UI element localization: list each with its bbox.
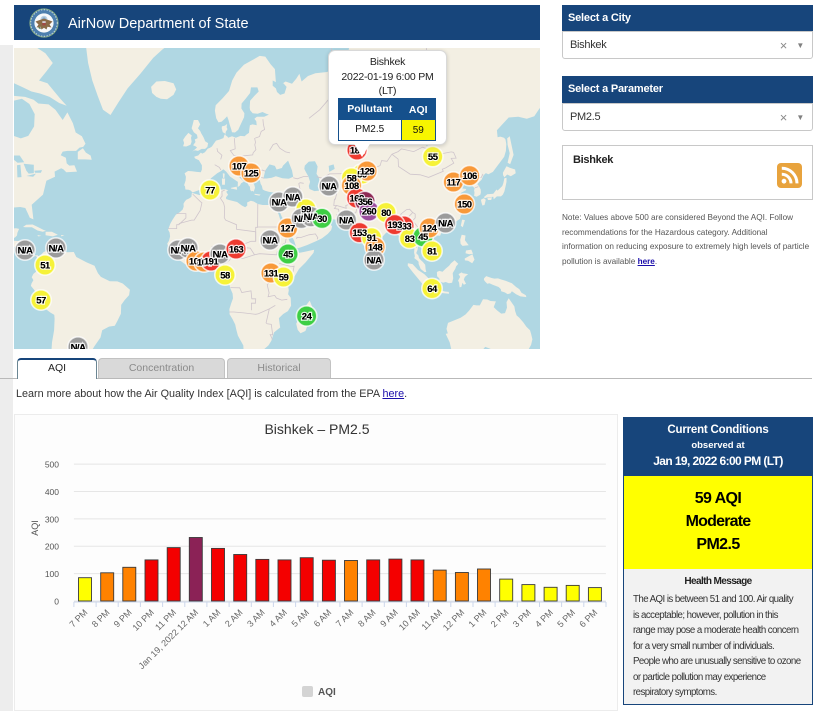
- svg-text:125: 125: [244, 168, 260, 179]
- svg-text:2 PM: 2 PM: [489, 607, 511, 629]
- svg-text:4 AM: 4 AM: [267, 607, 289, 629]
- svg-text:N/A: N/A: [18, 245, 34, 256]
- svg-text:58: 58: [220, 270, 230, 281]
- svg-text:10 AM: 10 AM: [397, 607, 422, 632]
- svg-text:Bishkek – PM2.5: Bishkek – PM2.5: [264, 421, 369, 437]
- svg-text:3 PM: 3 PM: [511, 607, 533, 629]
- svg-text:400: 400: [45, 487, 59, 497]
- svg-text:6 AM: 6 AM: [312, 607, 334, 629]
- svg-text:7 PM: 7 PM: [67, 607, 89, 629]
- svg-text:77: 77: [205, 185, 215, 196]
- svg-text:108: 108: [344, 181, 359, 192]
- svg-text:4 PM: 4 PM: [533, 607, 555, 629]
- svg-text:64: 64: [427, 284, 438, 295]
- svg-text:N/A: N/A: [49, 243, 65, 254]
- svg-text:148: 148: [368, 242, 383, 253]
- svg-text:7 AM: 7 AM: [334, 607, 356, 629]
- svg-text:106: 106: [462, 171, 477, 182]
- svg-text:55: 55: [428, 152, 439, 163]
- svg-text:129: 129: [360, 166, 375, 177]
- svg-text:2 AM: 2 AM: [223, 607, 245, 629]
- svg-text:5 AM: 5 AM: [290, 607, 312, 629]
- svg-text:150: 150: [457, 199, 472, 210]
- svg-text:30: 30: [317, 214, 327, 225]
- svg-text:80: 80: [381, 208, 391, 219]
- svg-text:N/A: N/A: [339, 215, 355, 226]
- svg-text:83: 83: [405, 234, 415, 245]
- svg-text:8 PM: 8 PM: [90, 607, 112, 629]
- svg-text:AQI: AQI: [318, 687, 336, 698]
- svg-text:51: 51: [40, 260, 51, 271]
- svg-text:59: 59: [279, 272, 289, 283]
- svg-text:N/A: N/A: [263, 235, 279, 246]
- svg-text:124: 124: [422, 223, 438, 234]
- svg-text:3 AM: 3 AM: [245, 607, 267, 629]
- svg-text:127: 127: [280, 223, 295, 234]
- svg-text:N/A: N/A: [181, 243, 197, 254]
- svg-text:N/A: N/A: [367, 255, 383, 266]
- svg-text:45: 45: [283, 249, 294, 260]
- svg-text:1 AM: 1 AM: [201, 607, 223, 629]
- svg-text:8 AM: 8 AM: [356, 607, 378, 629]
- svg-text:N/A: N/A: [71, 342, 87, 349]
- svg-text:131: 131: [264, 268, 280, 279]
- svg-text:24: 24: [302, 311, 313, 322]
- svg-text:12 PM: 12 PM: [441, 607, 466, 632]
- svg-text:6 PM: 6 PM: [577, 607, 599, 629]
- svg-text:57: 57: [36, 295, 46, 306]
- svg-text:N/A: N/A: [438, 218, 454, 229]
- svg-text:81: 81: [427, 246, 438, 257]
- svg-text:10 PM: 10 PM: [130, 607, 155, 632]
- svg-text:N/A: N/A: [322, 181, 338, 192]
- svg-text:153: 153: [352, 228, 367, 239]
- svg-text:200: 200: [45, 542, 59, 552]
- svg-text:100: 100: [45, 569, 59, 579]
- svg-text:300: 300: [45, 514, 59, 524]
- svg-text:193: 193: [388, 220, 403, 231]
- svg-text:N/A: N/A: [285, 192, 301, 203]
- svg-text:500: 500: [45, 460, 59, 470]
- svg-text:260: 260: [362, 206, 377, 217]
- svg-text:11 AM: 11 AM: [419, 607, 444, 632]
- svg-text:AQI: AQI: [30, 520, 40, 536]
- svg-text:163: 163: [229, 244, 244, 255]
- svg-text:N/A: N/A: [213, 249, 229, 260]
- svg-text:1 PM: 1 PM: [466, 607, 488, 629]
- svg-text:0: 0: [54, 597, 59, 607]
- svg-text:5 PM: 5 PM: [555, 607, 577, 629]
- svg-text:117: 117: [446, 177, 460, 188]
